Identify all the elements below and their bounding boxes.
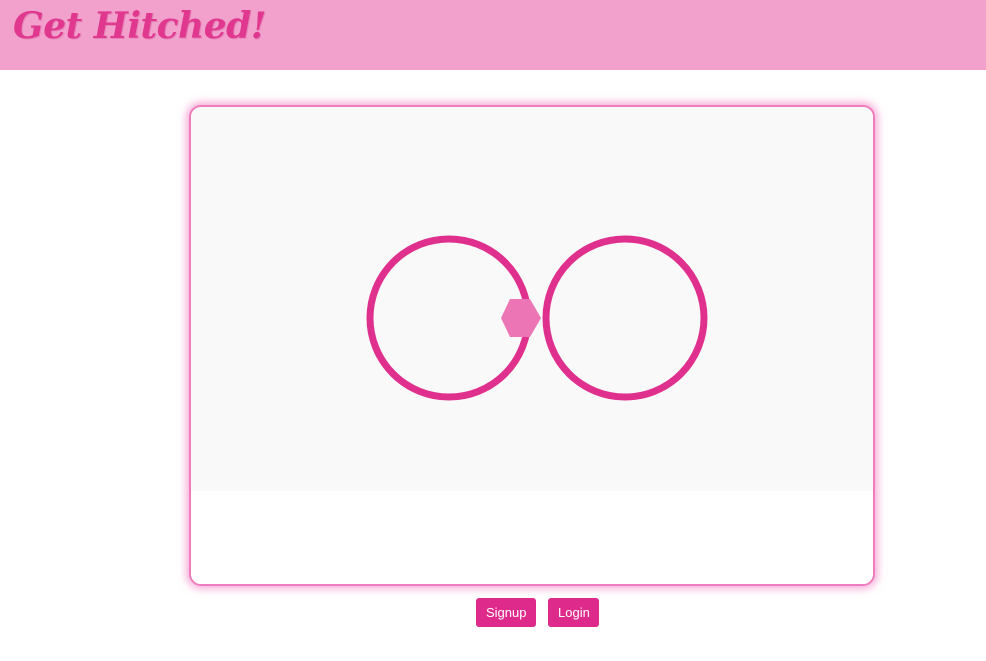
auth-actions: Signup Login <box>476 598 599 627</box>
hero-image <box>191 107 873 491</box>
hero-card-body <box>191 491 873 584</box>
login-button[interactable]: Login <box>548 598 599 627</box>
brand-logo[interactable]: Get Hitched! <box>13 2 267 50</box>
right-ring <box>542 235 708 401</box>
signup-button[interactable]: Signup <box>476 598 536 627</box>
site-header: Get Hitched! <box>0 0 986 70</box>
ring-gem <box>501 299 541 337</box>
wedding-rings-icon <box>366 235 708 401</box>
hero-card <box>189 105 875 586</box>
